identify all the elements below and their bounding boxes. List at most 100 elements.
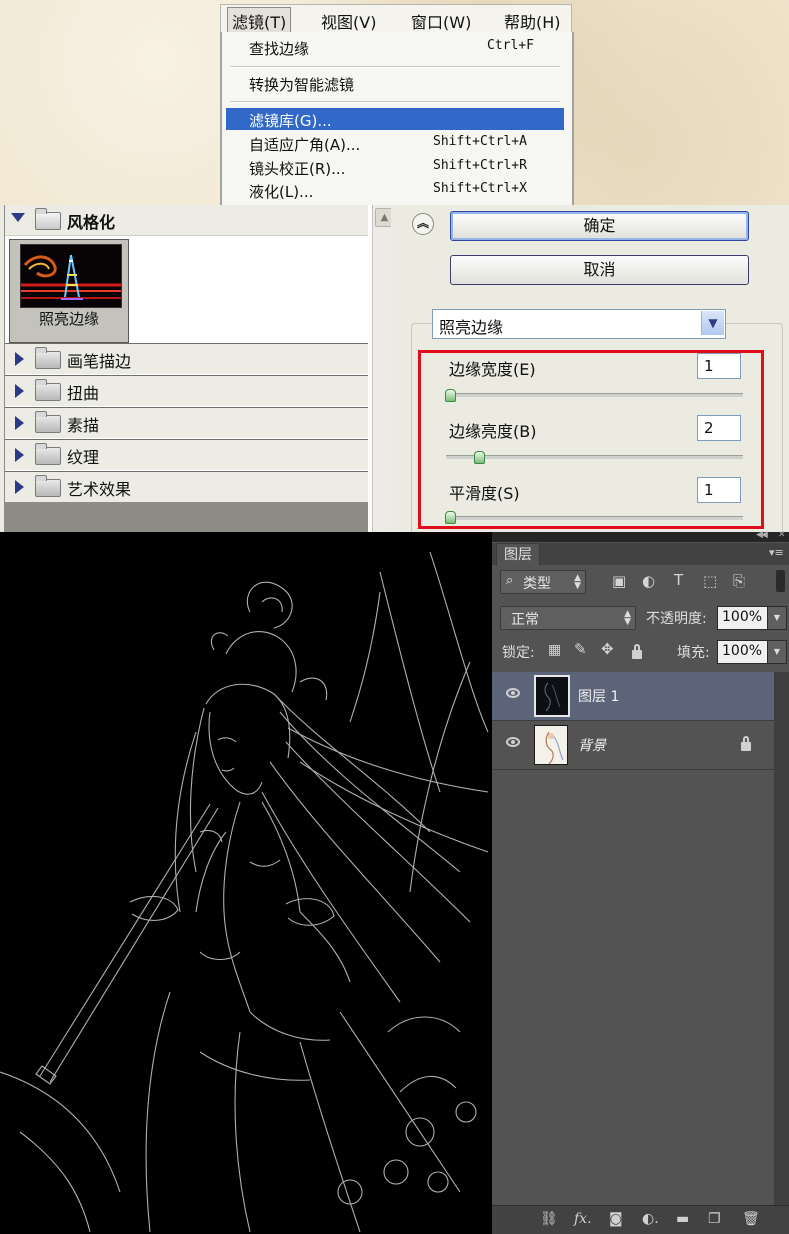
category-sketch[interactable]: 素描 — [5, 407, 368, 438]
menu-window[interactable]: 窗口(W) — [407, 8, 475, 34]
layer-row-layer1[interactable]: 图层 1 — [492, 672, 774, 721]
folder-icon — [35, 347, 61, 369]
menu-bar: 滤镜(T) 视图(V) 窗口(W) 帮助(H) — [220, 4, 572, 35]
fx-icon[interactable]: fx. — [574, 1211, 592, 1227]
menu-view[interactable]: 视图(V) — [317, 8, 380, 34]
tree-empty-area — [5, 502, 368, 532]
lock-position-icon[interactable]: ✥ — [601, 640, 614, 658]
chevron-down-icon[interactable]: ▼ — [767, 641, 786, 663]
category-brush-strokes[interactable]: 画笔描边 — [5, 343, 368, 374]
chevron-down-icon[interactable]: ▼ — [701, 311, 724, 335]
menu-item-adaptive-wide-angle[interactable]: 自适应广角(A)... Shift+Ctrl+A — [222, 132, 568, 154]
folder-icon — [35, 443, 61, 465]
image-filter-icon[interactable]: ▣ — [612, 572, 626, 590]
lock-brush-icon[interactable]: ✎ — [574, 640, 587, 658]
edge-width-slider[interactable] — [446, 393, 743, 397]
layers-panel: ◀◀ ✕ 图层 ▾≡ ⌕ 类型 ▲ ▼ ▣ ◐ T ⬚ ⎘ 正常 ▲ ▼ 不透明度:… — [492, 530, 789, 1234]
open-folder-icon — [35, 208, 61, 230]
panel-menu-icon[interactable]: ▾≡ — [769, 546, 784, 559]
double-chevron-up-icon[interactable]: ︽ — [412, 213, 434, 235]
category-stylize[interactable]: 风格化 — [5, 205, 368, 235]
collapse-triangle-icon[interactable] — [15, 352, 24, 366]
category-distort[interactable]: 扭曲 — [5, 375, 368, 406]
shortcut-text: Shift+Ctrl+X — [433, 181, 527, 196]
chevron-updown-icon: ▲ ▼ — [624, 609, 631, 627]
opacity-input[interactable]: 100% ▼ — [717, 606, 787, 630]
tab-layers[interactable]: 图层 — [496, 543, 540, 566]
edge-brightness-slider-thumb[interactable] — [474, 451, 485, 464]
glowing-edges-preview-image — [20, 244, 122, 308]
layers-panel-footer: ⛓ fx. ◙ ◐. ▬ ❐ 🗑 — [492, 1205, 789, 1234]
search-icon: ⌕ — [506, 573, 514, 588]
edge-brightness-label: 边缘亮度(B) — [449, 422, 537, 441]
layers-scrollbar[interactable] — [774, 672, 789, 1207]
link-layers-icon[interactable]: ⛓ — [540, 1211, 558, 1227]
new-adjustment-layer-icon[interactable]: ◐. — [642, 1211, 659, 1227]
lock-all-icon[interactable] — [632, 644, 642, 659]
fill-label: 填充: — [677, 645, 710, 661]
edge-brightness-input[interactable]: 2 — [697, 415, 741, 441]
expand-triangle-icon[interactable] — [11, 213, 25, 222]
menu-filter[interactable]: 滤镜(T) — [227, 7, 292, 35]
blend-mode-select[interactable]: 正常 ▲ ▼ — [500, 606, 636, 630]
lock-transparent-icon[interactable]: ▦ — [548, 642, 561, 658]
delete-layer-icon[interactable]: 🗑 — [742, 1211, 760, 1227]
shape-filter-icon[interactable]: ⬚ — [703, 572, 717, 590]
lock-label: 锁定: — [502, 645, 535, 661]
add-mask-icon[interactable]: ◙ — [609, 1211, 623, 1227]
edge-width-slider-thumb[interactable] — [445, 389, 456, 402]
folder-icon — [35, 379, 61, 401]
layer-name[interactable]: 图层 1 — [578, 686, 619, 706]
collapse-panel-icon[interactable]: ◀◀ — [756, 530, 768, 540]
smoothness-label: 平滑度(S) — [449, 484, 520, 503]
smoothness-input[interactable]: 1 — [697, 477, 741, 503]
canvas-line-art-image[interactable] — [0, 532, 490, 1233]
menu-item-lens-correction[interactable]: 镜头校正(R)... Shift+Ctrl+R — [222, 156, 568, 178]
fill-input[interactable]: 100% ▼ — [717, 640, 787, 664]
menu-separator — [230, 66, 560, 68]
menu-separator — [230, 101, 560, 103]
filter-select-dropdown[interactable]: 照亮边缘 ▼ — [432, 309, 726, 339]
edge-brightness-slider[interactable] — [446, 455, 743, 459]
filter-toggle-switch[interactable] — [776, 570, 785, 592]
layer-row-background[interactable]: 背景 — [492, 721, 774, 770]
smoothness-slider-thumb[interactable] — [445, 511, 456, 524]
layer-thumbnail — [534, 675, 570, 717]
filter-category-tree: 风格化 照亮边缘 画笔描边 扭曲 素描 纹理 艺术效果 ▲ — [4, 205, 395, 532]
menu-item-find-edges[interactable]: 查找边缘 Ctrl+F — [222, 36, 568, 58]
cancel-button[interactable]: 取消 — [450, 255, 749, 285]
eye-icon[interactable] — [506, 688, 520, 698]
filter-controls-panel: ︽ 确定 取消 照亮边缘 ▼ 边缘宽度(E) 1 边缘亮度(B) 2 平滑度(S… — [391, 205, 789, 533]
adjustment-filter-icon[interactable]: ◐ — [642, 572, 655, 590]
new-group-icon[interactable]: ▬ — [676, 1211, 689, 1227]
category-texture[interactable]: 纹理 — [5, 439, 368, 470]
panel-title-bar: ◀◀ ✕ — [492, 530, 789, 542]
collapse-triangle-icon[interactable] — [15, 480, 24, 494]
collapse-triangle-icon[interactable] — [15, 416, 24, 430]
menu-item-convert-smart-filter[interactable]: 转换为智能滤镜 — [222, 72, 568, 94]
edge-width-label: 边缘宽度(E) — [449, 360, 536, 379]
filter-thumbnails: 照亮边缘 — [5, 235, 368, 344]
filter-gallery-dialog: 风格化 照亮边缘 画笔描边 扭曲 素描 纹理 艺术效果 ▲ ︽ 确定 取消 照亮… — [0, 205, 789, 533]
menu-help[interactable]: 帮助(H) — [500, 8, 565, 34]
menu-item-filter-gallery[interactable]: 滤镜库(G)... — [226, 108, 564, 130]
category-artistic[interactable]: 艺术效果 — [5, 471, 368, 503]
shortcut-text: Shift+Ctrl+R — [433, 158, 527, 173]
edge-width-input[interactable]: 1 — [697, 353, 741, 379]
smart-object-filter-icon[interactable]: ⎘ — [733, 572, 745, 590]
eye-icon[interactable] — [506, 737, 520, 747]
collapse-triangle-icon[interactable] — [15, 448, 24, 462]
filter-thumb-glowing-edges[interactable]: 照亮边缘 — [9, 239, 129, 343]
menu-item-liquify[interactable]: 液化(L)... Shift+Ctrl+X — [222, 179, 568, 201]
layer-filter-kind-select[interactable]: ⌕ 类型 ▲ ▼ — [500, 570, 586, 594]
chevron-down-icon[interactable]: ▼ — [767, 607, 786, 629]
ok-button[interactable]: 确定 — [450, 211, 749, 241]
folder-icon — [35, 475, 61, 497]
text-filter-icon[interactable]: T — [674, 571, 683, 589]
layer-name[interactable]: 背景 — [578, 735, 606, 755]
collapse-triangle-icon[interactable] — [15, 384, 24, 398]
new-layer-icon[interactable]: ❐ — [708, 1211, 721, 1227]
smoothness-slider[interactable] — [446, 516, 743, 520]
close-icon[interactable]: ✕ — [778, 530, 786, 540]
shortcut-text: Ctrl+F — [487, 38, 534, 53]
